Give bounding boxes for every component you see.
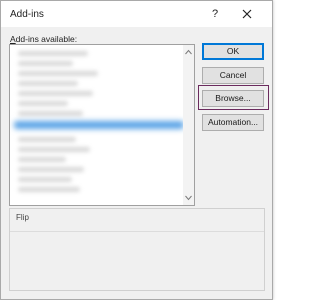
list-item[interactable] (18, 147, 90, 152)
dialog-title: Add-ins (10, 9, 44, 20)
list-item[interactable] (18, 91, 93, 96)
list-item[interactable] (18, 61, 73, 66)
cancel-button[interactable]: Cancel (202, 67, 264, 84)
list-item[interactable] (18, 51, 88, 56)
list-item[interactable] (18, 187, 80, 192)
add-ins-list[interactable] (9, 44, 195, 206)
list-item[interactable] (18, 71, 98, 76)
list-scrollbar[interactable] (183, 45, 194, 205)
automation-button[interactable]: Automation... (202, 114, 264, 131)
list-label-text: dd-ins available: (15, 34, 78, 44)
list-item[interactable] (18, 111, 83, 116)
chevron-down-icon[interactable] (185, 195, 192, 201)
ok-button[interactable]: OK (202, 43, 264, 60)
add-ins-dialog: Add-ins ? Add-ins available: OK Cancel B… (0, 0, 273, 300)
close-button[interactable] (237, 5, 257, 23)
divider (10, 231, 264, 232)
selected-list-item[interactable] (14, 121, 184, 129)
title-bar: Add-ins ? (1, 1, 272, 27)
chevron-up-icon[interactable] (185, 49, 192, 55)
browse-button[interactable]: Browse... (202, 90, 264, 107)
close-icon (242, 9, 252, 19)
description-panel: Flip (9, 208, 265, 291)
list-item[interactable] (18, 177, 72, 182)
list-item[interactable] (18, 137, 76, 142)
list-item[interactable] (18, 101, 68, 106)
list-item[interactable] (18, 81, 78, 86)
list-item[interactable] (18, 167, 84, 172)
help-button[interactable]: ? (206, 5, 224, 23)
add-ins-available-label: Add-ins available: (10, 34, 77, 44)
description-title: Flip (16, 213, 29, 222)
list-item[interactable] (18, 157, 66, 162)
